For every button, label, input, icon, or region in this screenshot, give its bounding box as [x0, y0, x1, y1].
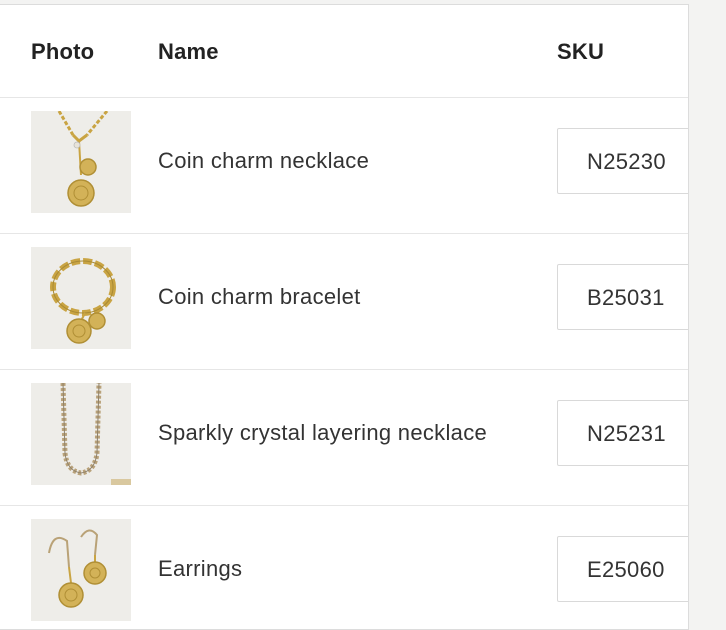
column-header-name[interactable]: Name — [158, 39, 219, 65]
table-row: Coin charm bracelet B25031 — [0, 234, 688, 370]
table-row: Earrings E25060 — [0, 506, 688, 629]
product-name: Sparkly crystal layering necklace — [158, 420, 488, 445]
earrings-photo[interactable] — [31, 519, 131, 621]
sku-value: B25031 — [587, 285, 665, 310]
necklace-photo[interactable] — [31, 111, 131, 213]
bracelet-photo-icon — [31, 247, 131, 349]
necklace-photo-icon — [31, 111, 131, 213]
table-row: Sparkly crystal layering necklace N25231 — [0, 370, 688, 506]
column-header-sku[interactable]: SKU — [557, 39, 604, 65]
product-name: Earrings — [158, 556, 243, 581]
sku-input[interactable]: B25031 — [557, 264, 688, 330]
bracelet-photo[interactable] — [31, 247, 131, 349]
sku-input[interactable]: N25231 — [557, 400, 688, 466]
crystal-necklace-photo-icon — [31, 383, 131, 485]
product-table: Photo Name SKU Coin charm necklace N2523… — [0, 4, 689, 630]
sku-value: E25060 — [587, 557, 665, 582]
sku-input[interactable]: N25230 — [557, 128, 688, 194]
earrings-photo-icon — [31, 519, 131, 621]
table-row: Coin charm necklace N25230 — [0, 98, 688, 234]
product-name: Coin charm bracelet — [158, 284, 361, 309]
sku-input[interactable]: E25060 — [557, 536, 688, 602]
column-header-photo[interactable]: Photo — [31, 39, 94, 65]
sku-value: N25230 — [587, 149, 666, 174]
product-name: Coin charm necklace — [158, 148, 370, 173]
table-header: Photo Name SKU — [0, 5, 688, 98]
sku-value: N25231 — [587, 421, 666, 446]
crystal-necklace-photo[interactable] — [31, 383, 131, 485]
